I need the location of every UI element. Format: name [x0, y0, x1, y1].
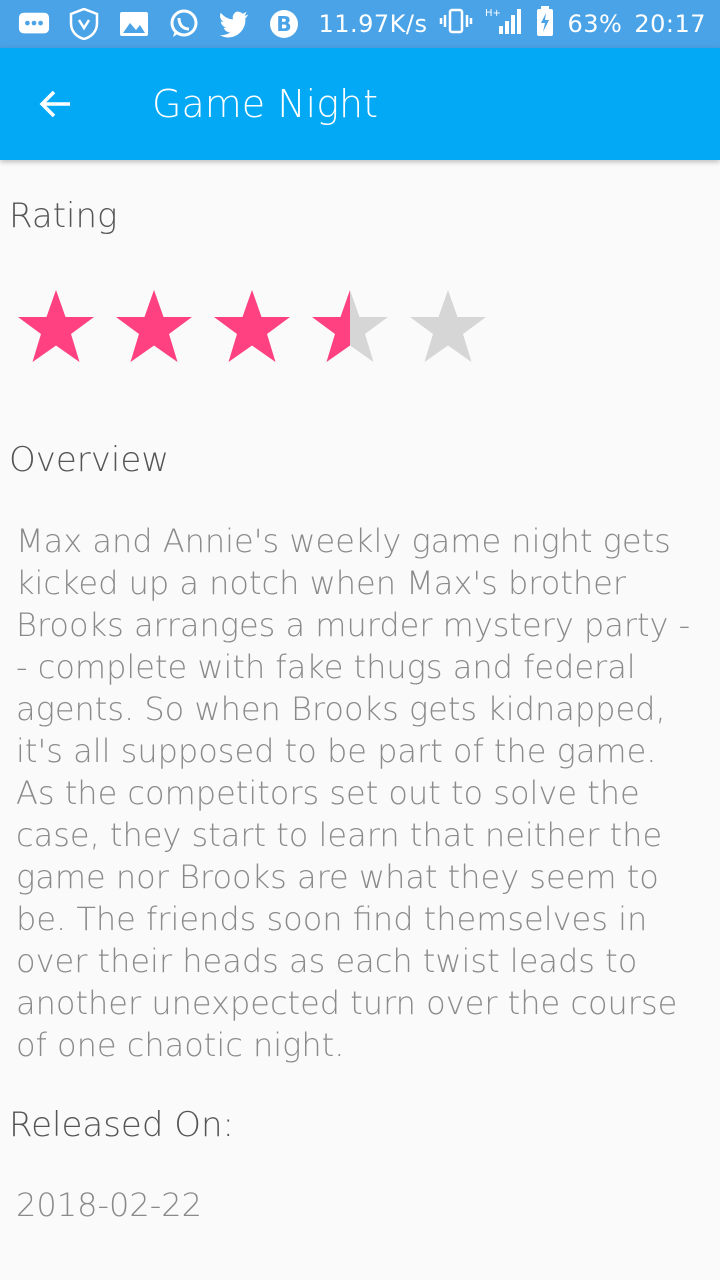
star-icon[interactable] [308, 286, 392, 370]
star-icon[interactable] [406, 286, 490, 370]
star-icon[interactable] [112, 286, 196, 370]
star-icon[interactable] [14, 286, 98, 370]
arrow-back-icon [39, 90, 70, 118]
status-bar: B 11.97K/s H+ 63% 20:17 [0, 0, 720, 48]
network-speed: 11.97K/s [318, 10, 428, 38]
overview-label: Overview [9, 440, 170, 480]
page-title: Game Night [152, 82, 378, 126]
svg-text:H+: H+ [485, 8, 501, 19]
svg-text:B: B [276, 12, 291, 36]
battery-level: 63% [567, 10, 623, 38]
star-icon[interactable] [210, 286, 294, 370]
whatsapp-icon [168, 8, 200, 40]
image-icon [118, 8, 150, 40]
rating-label: Rating [9, 196, 118, 236]
vibrate-icon [439, 7, 473, 41]
shield-icon [68, 8, 100, 40]
chat-icon [18, 8, 50, 40]
rating-stars[interactable] [14, 286, 490, 370]
released-on-label: Released On: [9, 1105, 235, 1145]
back-button[interactable] [28, 76, 84, 132]
battery-icon [535, 5, 555, 43]
release-date: 2018-02-22 [16, 1186, 202, 1224]
signal-icon: H+ [485, 6, 523, 42]
clock: 20:17 [634, 10, 706, 38]
b-app-icon: B [268, 8, 300, 40]
twitter-icon [218, 8, 250, 40]
app-bar: Game Night [0, 48, 720, 160]
overview-text: Max and Annie's weekly game night gets k… [16, 522, 691, 1064]
